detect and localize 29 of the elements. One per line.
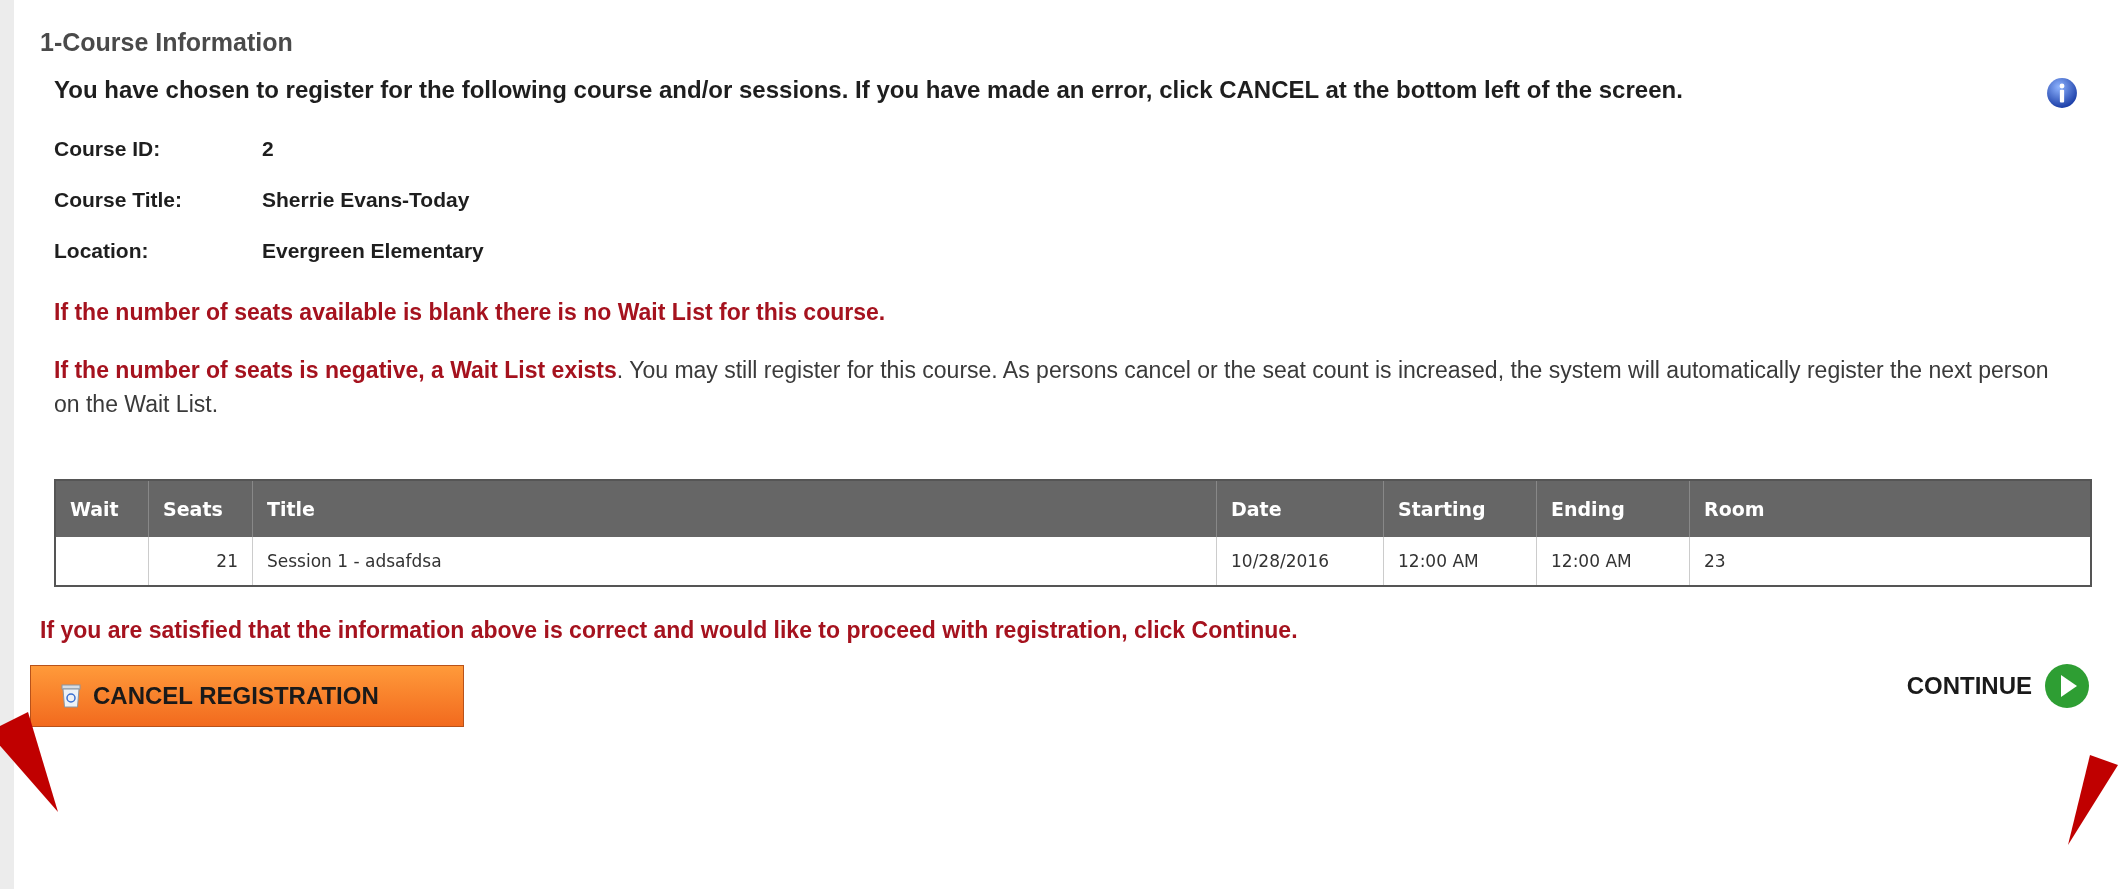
field-label: Location: — [54, 239, 150, 263]
continue-button[interactable]: CONTINUE — [1906, 663, 2090, 709]
field-value: Evergreen Elementary — [262, 239, 484, 263]
column-header: Seats — [148, 480, 253, 537]
table-cell: Session 1 - adsafdsa — [252, 537, 1217, 586]
section-heading: 1-Course Information — [40, 28, 294, 57]
field-label: Course Title: — [54, 188, 183, 212]
column-header: Date — [1216, 480, 1384, 537]
column-header: Wait — [55, 480, 149, 537]
field-value: Sherrie Evans-Today — [262, 188, 471, 212]
column-header: Room — [1689, 480, 2091, 537]
instruction-text: You have chosen to register for the following course and/or sessions. If you have made an error, click CANCEL at the bottom left of the screen. — [54, 75, 1684, 105]
info-icon[interactable] — [2046, 77, 2078, 109]
field-label: Course ID: — [54, 137, 162, 161]
table-cell: 12:00 AM — [1536, 537, 1690, 586]
notice-text: If the number of seats is negative, a Wait List exists. You may still register for this course. As persons cancel or the seat count is increased, the system will automatically register the next person on the Wait List. — [53, 356, 2050, 419]
recycle-bin-icon — [61, 684, 81, 708]
notice-text: If you are satisfied that the information above is correct and would like to proceed with registration, click Continue. — [40, 616, 1299, 645]
play-icon — [2044, 663, 2090, 709]
column-header: Starting — [1383, 480, 1537, 537]
table-cell: 10/28/2016 — [1216, 537, 1384, 586]
column-header: Title — [252, 480, 1217, 537]
notice-text: If the number of seats available is blank there is no Wait List for this course. — [53, 298, 887, 327]
table-cell: 23 — [1689, 537, 2091, 586]
cancel-button[interactable]: CANCEL REGISTRATION — [30, 665, 464, 727]
field-value: 2 — [262, 137, 275, 161]
table-cell: 12:00 AM — [1383, 537, 1537, 586]
column-header: Ending — [1536, 480, 1690, 537]
table-cell: 21 — [148, 537, 253, 586]
